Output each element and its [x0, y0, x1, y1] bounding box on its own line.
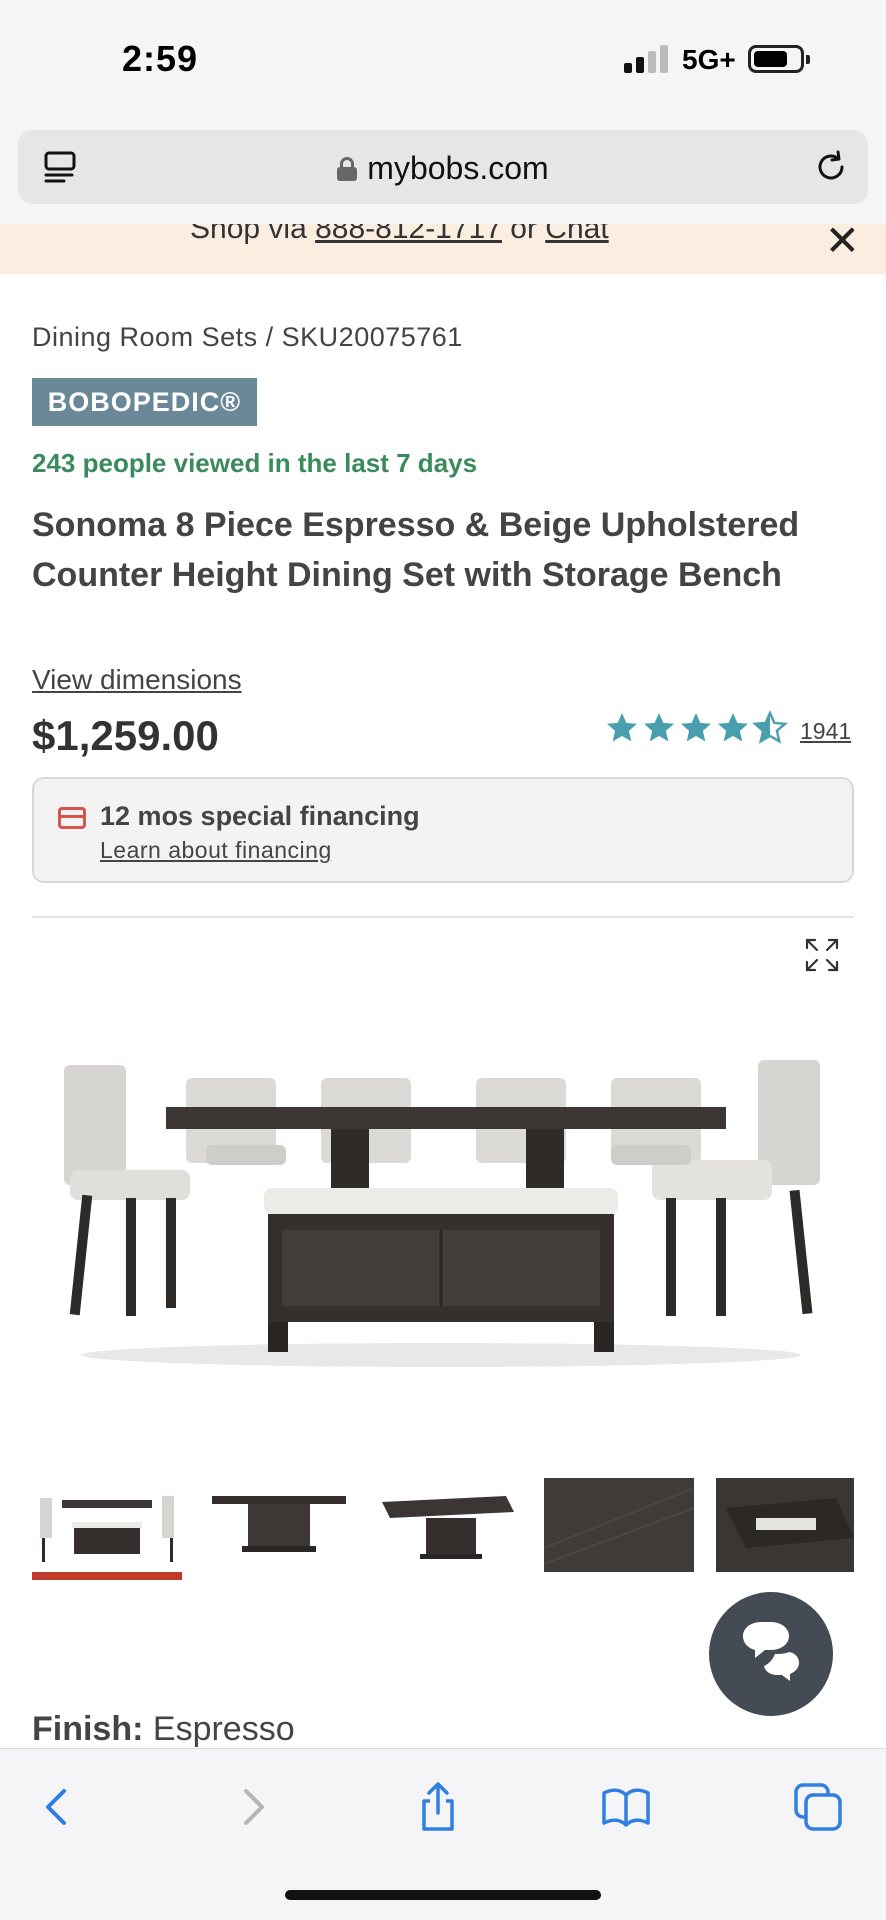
promo-phone-link[interactable]: 888-812-1717	[315, 224, 502, 245]
expand-icon[interactable]	[803, 936, 841, 974]
credit-card-icon	[58, 807, 86, 829]
battery-icon	[748, 45, 810, 73]
rating-stars[interactable]	[604, 710, 788, 750]
finish-value: Espresso	[152, 1710, 295, 1748]
breadcrumb-separator: /	[265, 322, 274, 352]
viewed-count-text: 243 people viewed in the last 7 days	[32, 448, 478, 478]
reload-icon[interactable]	[812, 148, 850, 186]
finish-selection: Finish: Espresso	[32, 1710, 295, 1749]
signal-icon	[624, 45, 668, 73]
thumbnail-3[interactable]	[376, 1478, 518, 1572]
lock-icon	[337, 157, 358, 181]
star-icon	[607, 713, 637, 742]
view-dimensions-link[interactable]: View dimensions	[32, 664, 242, 696]
thumbnail-2[interactable]	[208, 1478, 350, 1572]
browser-address-area: mybobs.com	[0, 120, 886, 224]
learn-financing-link[interactable]: Learn about financing	[100, 837, 332, 864]
breadcrumb-category[interactable]: Dining Room Sets	[32, 322, 258, 352]
promo-text: Shop via 888-812-1717 or Chat	[190, 224, 609, 246]
financing-box: 12 mos special financing Learn about fin…	[32, 777, 854, 883]
bookmarks-icon[interactable]	[598, 1779, 654, 1835]
tabs-icon[interactable]	[790, 1779, 846, 1835]
thumbnail-5[interactable]	[716, 1478, 854, 1572]
promo-chat-link[interactable]: Chat	[545, 224, 608, 245]
finish-label: Finish:	[32, 1710, 144, 1748]
breadcrumb: Dining Room Sets / SKU20075761	[32, 322, 463, 353]
half-star-icon	[752, 710, 788, 744]
thumbnail-4[interactable]	[544, 1478, 694, 1572]
star-icon	[681, 713, 711, 742]
star-icon	[718, 713, 748, 742]
url-text[interactable]: mybobs.com	[18, 150, 868, 187]
home-indicator	[285, 1890, 601, 1900]
product-main-image[interactable]	[56, 1040, 826, 1370]
close-icon[interactable]: ✕	[825, 224, 860, 265]
brand-logo: BOBOPEDIC®	[32, 378, 257, 426]
url-domain: mybobs.com	[367, 150, 549, 186]
chat-icon	[743, 1622, 799, 1681]
product-price: $1,259.00	[32, 712, 219, 759]
thumbnail-strip	[32, 1478, 854, 1580]
product-title: Sonoma 8 Piece Espresso & Beige Upholste…	[32, 506, 800, 594]
network-type: 5G+	[682, 44, 736, 75]
review-count-link[interactable]: 1941	[800, 718, 851, 745]
back-icon[interactable]	[30, 1779, 86, 1835]
chat-button[interactable]	[709, 1592, 833, 1716]
financing-title: 12 mos special financing	[100, 801, 420, 831]
status-time: 2:59	[122, 38, 199, 79]
thumbnail-1[interactable]	[32, 1478, 182, 1572]
status-bar: 2:59 5G+	[0, 0, 886, 120]
thumbnail-active-indicator	[32, 1572, 182, 1580]
address-bar[interactable]: mybobs.com	[18, 130, 868, 204]
divider	[32, 916, 854, 918]
forward-icon[interactable]	[224, 1779, 280, 1835]
promo-banner: Shop via 888-812-1717 or Chat ✕	[0, 224, 886, 274]
breadcrumb-sku: SKU20075761	[281, 322, 463, 352]
share-icon[interactable]	[410, 1779, 466, 1835]
star-icon	[644, 713, 674, 742]
